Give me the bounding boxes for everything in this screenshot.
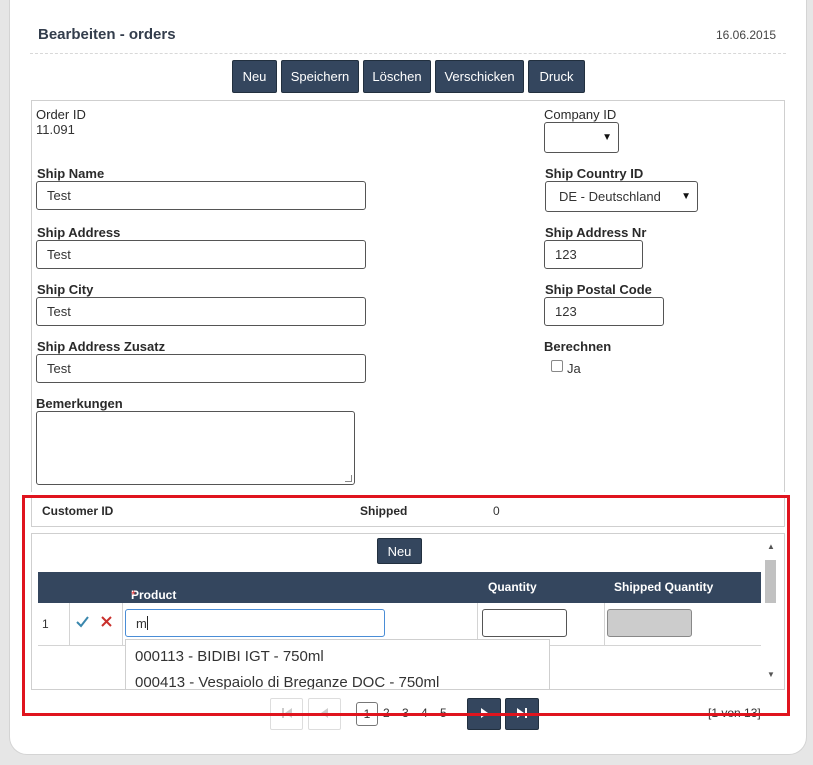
page-2[interactable]: 2 [383,706,390,720]
last-page-icon [516,707,528,722]
grid-scrollbar[interactable]: ▲ ▼ [764,538,778,686]
send-button[interactable]: Verschicken [435,60,524,93]
ship-postal-code-input[interactable]: 123 [544,297,664,326]
ship-country-value: DE - Deutschland [559,189,661,204]
new-button[interactable]: Neu [232,60,277,93]
text-cursor [146,616,148,630]
save-button[interactable]: Speichern [281,60,359,93]
suggestion-item[interactable]: 000413 - Vespaiolo di Breganze DOC - 750… [135,674,439,689]
column-divider [604,603,605,646]
page-1[interactable]: 1 [356,702,378,726]
ship-city-input[interactable]: Test [36,297,366,326]
order-id-label: Order ID [36,107,86,122]
ship-address-nr-input[interactable]: 123 [544,240,643,269]
ship-address-input[interactable]: Test [36,240,366,269]
column-divider [69,603,70,646]
ship-city-label: Ship City [37,282,94,297]
scroll-up-icon[interactable]: ▲ [767,542,775,551]
prev-page-button[interactable] [308,698,341,730]
ship-name-label: Ship Name [37,166,105,181]
page-5[interactable]: 5 [440,706,447,720]
order-items-grid: Neu Product ID * Quantity Shipped Quanti… [31,533,785,690]
add-item-button[interactable]: Neu [377,538,422,564]
resize-handle-icon[interactable] [345,475,352,482]
customer-id-label: Customer ID [42,504,114,518]
next-page-button[interactable] [467,698,501,730]
page-title: Bearbeiten - orders [38,26,176,43]
shipped-label: Shipped [360,504,408,518]
customer-row [31,497,785,527]
ship-postal-code-label: Ship Postal Code [545,282,652,297]
print-button[interactable]: Druck [528,60,585,93]
product-suggestions: 000113 - BIDIBI IGT - 750ml 000413 - Ves… [125,639,550,689]
title-divider [30,53,786,54]
bemerkungen-textarea[interactable] [36,411,355,485]
company-id-label: Company ID [544,107,617,122]
page-4[interactable]: 4 [421,706,428,720]
quantity-input[interactable] [482,609,567,637]
chevron-down-icon: ▼ [681,191,691,202]
row-index: 1 [42,617,49,631]
required-marker: * [131,588,136,602]
scroll-down-icon[interactable]: ▼ [767,670,775,679]
first-page-button[interactable] [270,698,303,730]
ship-country-select[interactable]: DE - Deutschland ▼ [545,181,698,212]
shipped-quantity-field [607,609,692,637]
delete-icon[interactable] [100,615,113,631]
ship-country-id-label: Ship Country ID [545,166,644,181]
ship-name-input[interactable]: Test [36,181,366,210]
ship-address-zusatz-input[interactable]: Test [36,354,366,383]
column-shipped-quantity[interactable]: Shipped Quantity [614,580,713,594]
page-3[interactable]: 3 [402,706,409,720]
ship-address-zusatz-label: Ship Address Zusatz [37,339,166,354]
ship-address-label: Ship Address [37,225,121,240]
pagination-info: [1 von 13] [708,706,761,720]
company-id-select[interactable]: ▼ [544,122,619,153]
page-date: 16.06.2015 [716,28,777,42]
next-page-icon [478,707,490,722]
prev-page-icon [319,707,331,722]
order-id-value: 11.091 [36,122,75,137]
delete-button[interactable]: Löschen [363,60,431,93]
berechnen-checkbox[interactable] [551,360,563,372]
last-page-button[interactable] [505,698,539,730]
shipped-value: 0 [493,504,500,518]
ship-address-nr-label: Ship Address Nr [545,225,647,240]
column-quantity[interactable]: Quantity [488,580,537,594]
product-id-input[interactable]: m [125,609,385,637]
berechnen-label: Berechnen [544,339,612,354]
check-icon[interactable] [75,614,90,632]
berechnen-option-label: Ja [567,361,581,376]
grid-header: Product ID * Quantity Shipped Quantity [38,572,761,616]
first-page-icon [281,707,293,722]
column-divider [122,603,123,646]
bemerkungen-label: Bemerkungen [36,396,123,411]
suggestion-item[interactable]: 000113 - BIDIBI IGT - 750ml [135,648,324,665]
chevron-down-icon: ▼ [602,132,612,143]
scrollbar-thumb[interactable] [765,560,776,603]
